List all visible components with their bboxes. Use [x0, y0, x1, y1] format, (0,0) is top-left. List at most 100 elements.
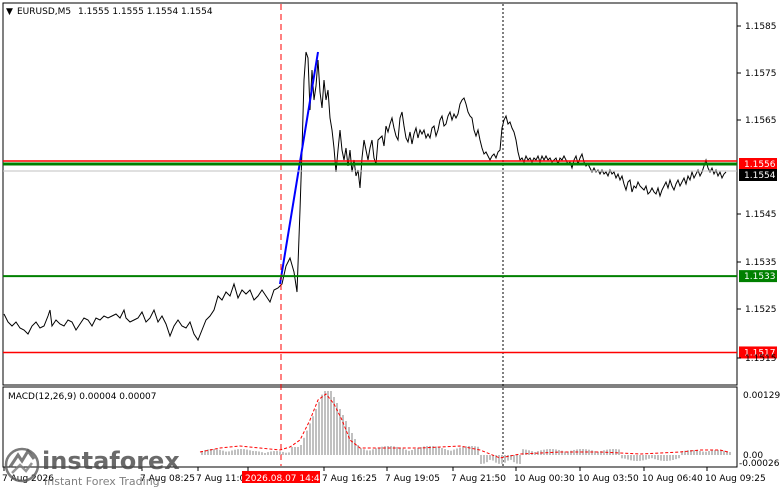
macd-histogram-bar: [441, 448, 443, 455]
macd-histogram-bar: [258, 451, 260, 455]
macd-histogram-bar: [351, 433, 353, 455]
macd-histogram-bar: [705, 451, 707, 455]
macd-histogram-bar: [381, 446, 383, 455]
macd-histogram-bar: [279, 451, 281, 455]
macd-histogram-bar: [360, 448, 362, 455]
macd-histogram-bar: [702, 451, 704, 455]
macd-histogram-bar: [507, 455, 509, 461]
instaforex-tagline: Instant Forex Trading: [44, 475, 160, 488]
chart-window[interactable]: 0.00129 0.00 -0.00026 1.1556 1.1554 1.1533 1.…: [0, 0, 781, 489]
macd-histogram-bar: [645, 455, 647, 460]
macd-histogram-bar: [591, 450, 593, 455]
price-axis-label: 1.1545: [745, 210, 777, 220]
macd-histogram-bar: [399, 447, 401, 455]
header-triangle[interactable]: ▼: [6, 7, 13, 17]
macd-histogram-bar: [273, 451, 275, 455]
macd-histogram-bar: [699, 450, 701, 455]
macd-histogram-bar: [252, 451, 254, 455]
macd-histogram-bar: [366, 450, 368, 455]
macd-histogram-bar: [459, 447, 461, 455]
macd-histogram-bar: [498, 455, 500, 464]
macd-histogram-bar: [636, 455, 638, 461]
macd-histogram-bar: [654, 455, 656, 460]
macd-histogram-bar: [480, 455, 482, 464]
macd-histogram-bar: [573, 449, 575, 455]
macd-histogram-bar: [528, 450, 530, 455]
macd-histogram-bar: [633, 455, 635, 461]
macd-histogram-bar: [339, 409, 341, 455]
macd-histogram-bar: [297, 447, 299, 455]
macd-histogram-bar: [711, 450, 713, 455]
macd-histogram-bar: [240, 449, 242, 455]
macd-histogram-bar: [729, 451, 731, 455]
macd-histogram-bar: [639, 455, 641, 461]
macd-histogram-bar: [312, 416, 314, 455]
macd-histogram-bar: [267, 452, 269, 455]
macd-histogram-bar: [543, 449, 545, 455]
time-axis-label: 7 Aug 21:50: [451, 474, 506, 484]
price-axis-label: 1.1525: [745, 305, 777, 315]
macd-histogram-bar: [216, 449, 218, 455]
price-axis-label: 1.1535: [745, 258, 777, 268]
macd-histogram-bar: [489, 455, 491, 460]
macd-histogram-bar: [231, 450, 233, 455]
macd-histogram-bar: [570, 450, 572, 455]
macd-histogram-bar: [303, 437, 305, 455]
macd-histogram-bar: [402, 448, 404, 455]
macd-histogram-bar: [282, 451, 284, 455]
macd-histogram-bar: [396, 446, 398, 455]
macd-histogram-bar: [675, 455, 677, 460]
macd-histogram-bar: [444, 449, 446, 455]
macd-histogram-bar: [471, 446, 473, 455]
macd-histogram-bar: [717, 450, 719, 455]
macd-histogram-bar: [477, 446, 479, 455]
time-axis-label: 10 Aug 00:30: [514, 474, 575, 484]
macd-histogram-bar: [378, 447, 380, 455]
macd-histogram-bar: [348, 427, 350, 455]
macd-histogram-bar: [438, 447, 440, 455]
macd-histogram-bar: [615, 449, 617, 455]
macd-histogram-bar: [612, 449, 614, 455]
macd-histogram-bar: [222, 450, 224, 455]
macd-axis-label: -0.00026: [739, 459, 780, 469]
macd-histogram-bar: [504, 455, 506, 463]
macd-histogram-bar: [237, 449, 239, 455]
macd-histogram-bar: [465, 446, 467, 455]
macd-histogram-bar: [291, 447, 293, 455]
price-axis-label: 1.1565: [745, 116, 777, 126]
macd-histogram-bar: [321, 394, 323, 455]
macd-histogram-bar: [213, 449, 215, 455]
macd-histogram-bar: [246, 449, 248, 455]
macd-histogram-bar: [294, 447, 296, 455]
macd-histogram-bar: [255, 451, 257, 455]
time-axis-label: 7 Aug 16:25: [322, 474, 377, 484]
macd-histogram-bar: [405, 449, 407, 455]
macd-histogram-bar: [657, 455, 659, 461]
time-axis-label: 10 Aug 03:50: [578, 474, 639, 484]
macd-histogram-bar: [663, 455, 665, 461]
macd-histogram-bar: [318, 401, 320, 455]
instaforex-brand-text: instaforex: [42, 447, 180, 475]
macd-histogram-bar: [363, 449, 365, 455]
macd-histogram-bar: [501, 455, 503, 464]
macd-histogram-bar: [456, 448, 458, 455]
macd-histogram-bar: [666, 455, 668, 461]
chart-canvas[interactable]: 0.001290.00-0.00026 1.15561.15541.15331.…: [0, 0, 781, 489]
macd-histogram-bar: [447, 450, 449, 455]
macd-histogram-bar: [225, 451, 227, 455]
macd-histogram-bar: [417, 447, 419, 455]
header-ohlc: 1.1555 1.1555 1.1554 1.1554: [78, 7, 213, 17]
macd-histogram-bar: [672, 455, 674, 461]
macd-histogram-bar: [603, 450, 605, 455]
macd-histogram-bar: [288, 452, 290, 455]
macd-histogram-bar: [228, 451, 230, 455]
macd-histogram-bar: [714, 450, 716, 455]
macd-histogram-bar: [561, 450, 563, 455]
macd-histogram-bar: [660, 455, 662, 461]
macd-histogram-bar: [513, 455, 515, 463]
header-symbol: EURUSD,M5: [17, 7, 71, 17]
macd-histogram-bar: [651, 455, 653, 459]
macd-histogram-bar: [462, 446, 464, 455]
macd-histogram-bar: [516, 455, 518, 464]
macd-histogram-bar: [276, 451, 278, 455]
